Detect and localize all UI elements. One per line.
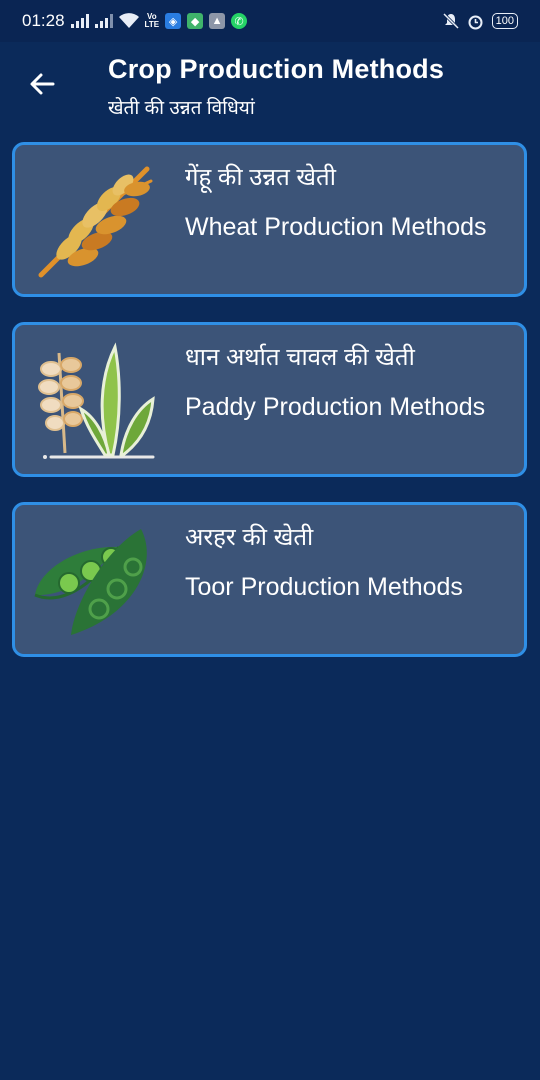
alarm-icon xyxy=(468,15,483,29)
bell-off-icon xyxy=(442,13,459,29)
back-button[interactable] xyxy=(22,64,62,104)
crop-title-hindi: धान अर्थात चावल की खेती xyxy=(185,344,415,371)
clock: 01:28 xyxy=(22,11,65,30)
whatsapp-icon: ✆ xyxy=(231,13,248,29)
page-subtitle: खेती की उन्नत विधियां xyxy=(108,98,255,119)
crop-title-hindi: गेंहू की उन्नत खेती xyxy=(185,164,336,191)
page-title: Crop Production Methods xyxy=(108,54,445,84)
crop-title-english: Wheat Production Methods xyxy=(185,213,487,241)
crop-title-english: Toor Production Methods xyxy=(185,573,463,601)
signal-icon-2 xyxy=(94,14,113,28)
crop-title-english: Paddy Production Methods xyxy=(185,393,486,421)
app-bar: Crop Production Methods खेती की उन्नत वि… xyxy=(0,42,540,132)
photos-icon: ▲ xyxy=(209,13,226,29)
app-notification-icon-2: ◆ xyxy=(187,13,204,29)
arrow-left-icon xyxy=(30,73,55,95)
crop-card-toor[interactable]: अरहर की खेती Toor Production Methods xyxy=(12,502,527,657)
wheat-icon xyxy=(29,159,159,281)
volte-icon: Vo LTE xyxy=(144,12,160,29)
crop-card-paddy[interactable]: धान अर्थात चावल की खेती Paddy Production… xyxy=(12,322,527,477)
battery-icon: 100 xyxy=(491,13,518,29)
crop-card-wheat[interactable]: गेंहू की उन्नत खेती Wheat Production Met… xyxy=(12,142,527,297)
wifi-icon xyxy=(118,13,139,28)
paddy-icon xyxy=(29,339,159,461)
signal-icon xyxy=(70,14,89,28)
crop-title-hindi: अरहर की खेती xyxy=(185,524,314,551)
app-notification-icon: ◈ xyxy=(165,13,182,29)
pea-pod-icon xyxy=(29,519,159,641)
status-bar: 01:28 Vo LTE ◈ ◆ ▲ ✆ 100 xyxy=(0,0,540,42)
